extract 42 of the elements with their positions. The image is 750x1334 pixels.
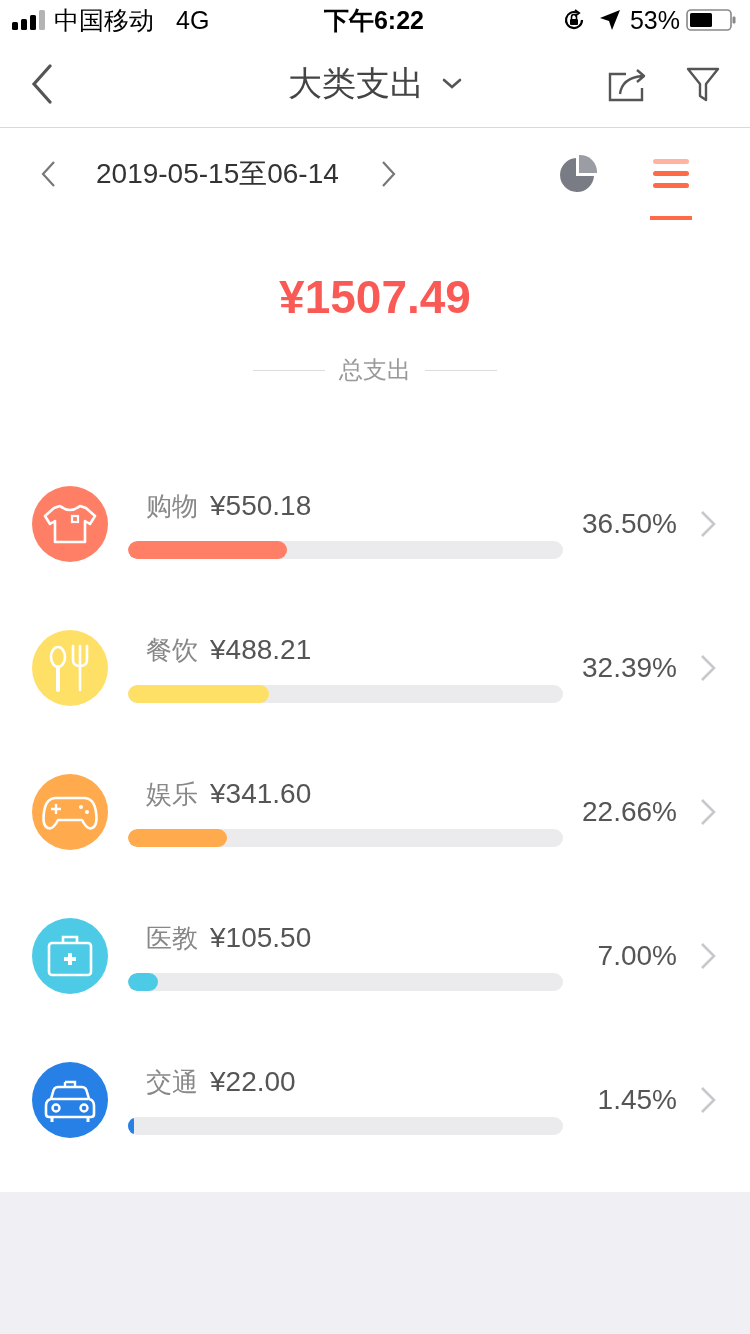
- battery-percent: 53%: [629, 5, 680, 35]
- network-type: 4G: [176, 5, 210, 35]
- filter-button[interactable]: [686, 65, 720, 102]
- category-percent: 36.50%: [581, 508, 677, 540]
- total-amount: ¥1507.49: [279, 270, 471, 325]
- back-icon: [30, 63, 54, 104]
- category-name: 餐饮: [146, 634, 198, 667]
- caret-icon: [442, 77, 462, 90]
- signal-icon: [12, 10, 46, 30]
- chevron-right-icon: [380, 160, 397, 188]
- chevron-right-icon: [699, 941, 717, 971]
- chevron-right-icon: [699, 797, 717, 827]
- category-percent: 22.66%: [581, 796, 677, 828]
- title-dropdown[interactable]: 大类支出: [288, 60, 462, 107]
- category-percent: 7.00%: [596, 940, 677, 972]
- status-time: 下午6:22: [323, 4, 424, 36]
- category-amount: ¥105.50: [210, 921, 312, 955]
- filter-icon: [686, 65, 720, 102]
- pie-chart-icon: [558, 154, 598, 194]
- category-amount: ¥22.00: [210, 1065, 296, 1099]
- category-percent: 32.39%: [581, 652, 677, 684]
- list-icon: [653, 159, 689, 189]
- back-button[interactable]: [30, 63, 54, 104]
- carrier-name: 中国移动: [54, 4, 154, 36]
- category-name: 交通: [146, 1066, 198, 1099]
- category-amount: ¥341.60: [210, 777, 312, 811]
- chevron-left-icon: [40, 160, 56, 188]
- previous-period-button[interactable]: [40, 160, 56, 188]
- total-label: 总支出: [339, 355, 411, 385]
- chevron-right-icon: [699, 1085, 717, 1115]
- battery-icon: [686, 9, 736, 31]
- category-name: 娱乐: [146, 778, 198, 811]
- category-name: 购物: [146, 490, 198, 523]
- next-period-button[interactable]: [380, 160, 397, 188]
- category-amount: ¥488.21: [210, 633, 312, 667]
- date-range: 2019-05-15至06-14: [96, 157, 339, 191]
- chevron-right-icon: [699, 509, 717, 539]
- location-arrow-icon: [599, 10, 620, 30]
- category-amount: ¥550.18: [210, 489, 312, 523]
- category-name: 医教: [146, 922, 198, 955]
- category-percent: 1.45%: [596, 1084, 677, 1116]
- chevron-right-icon: [699, 653, 717, 683]
